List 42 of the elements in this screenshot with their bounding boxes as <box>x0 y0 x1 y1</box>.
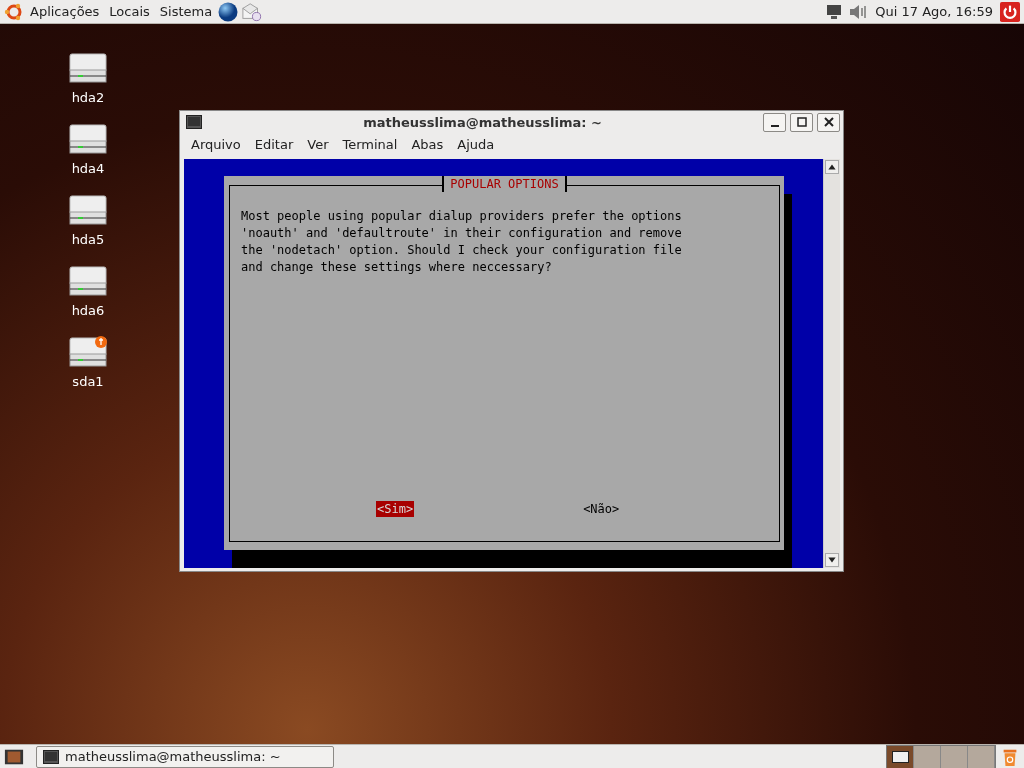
dialog-button[interactable]: <Não> <box>582 501 621 517</box>
dialog-title: POPULAR OPTIONS <box>442 176 567 192</box>
icon-label[interactable]: hda4 <box>71 161 105 176</box>
clock[interactable]: Qui 17 Ago, 16:59 <box>875 4 993 19</box>
maximize-icon <box>796 117 807 127</box>
scroll-down-icon[interactable] <box>825 553 839 567</box>
icon-label[interactable]: hda2 <box>71 90 105 105</box>
icon-label[interactable]: hda6 <box>71 303 105 318</box>
window-thumbnail <box>891 750 909 763</box>
drive-icon[interactable] <box>67 194 109 226</box>
minimize-button[interactable] <box>763 112 786 132</box>
minimize-icon <box>770 124 779 127</box>
scroll-up-icon[interactable] <box>825 160 839 174</box>
usb-drive-icon[interactable] <box>67 336 109 368</box>
logo-icon[interactable] <box>4 1 24 22</box>
icon-label[interactable]: sda1 <box>72 374 104 389</box>
drive-icon[interactable] <box>67 123 109 155</box>
menu-item[interactable]: Ver <box>307 137 329 153</box>
menu-item[interactable]: Terminal <box>342 137 398 153</box>
terminal-icon <box>186 115 202 129</box>
close-button[interactable] <box>817 112 840 132</box>
close-icon <box>823 117 834 127</box>
dialog-button[interactable]: <Sim> <box>376 501 415 517</box>
workspace[interactable] <box>887 745 914 768</box>
dialog-message: Most people using popular dialup providers prefer the options 'noauth' and 'defaultroute' in their configuration and remove the 'nodetach' option. Should I check your configuration file and change these settings where neccessary? <box>241 208 683 276</box>
power-icon[interactable] <box>1000 1 1020 22</box>
maximize-button[interactable] <box>790 112 813 132</box>
globe-icon[interactable] <box>218 1 239 22</box>
window-title: matheusslima@matheusslima: ~ <box>362 114 603 130</box>
terminal-icon <box>43 749 59 764</box>
panel-menu[interactable]: Aplicações <box>30 4 100 19</box>
drive-icon[interactable] <box>67 265 109 297</box>
menu-item[interactable]: Abas <box>411 137 444 153</box>
drive-icon[interactable] <box>67 52 109 84</box>
panel-menu[interactable]: Locais <box>109 4 150 19</box>
taskbar-button[interactable]: matheusslima@matheusslima: ~ <box>36 745 334 768</box>
panel-menu[interactable]: Sistema <box>159 4 213 19</box>
menu-item[interactable]: Arquivo <box>191 137 241 153</box>
icon-label[interactable]: hda5 <box>71 232 105 247</box>
menu-item[interactable]: Editar <box>254 137 294 153</box>
scrollbar[interactable] <box>823 159 840 568</box>
menu-item[interactable]: Ajuda <box>457 137 495 153</box>
